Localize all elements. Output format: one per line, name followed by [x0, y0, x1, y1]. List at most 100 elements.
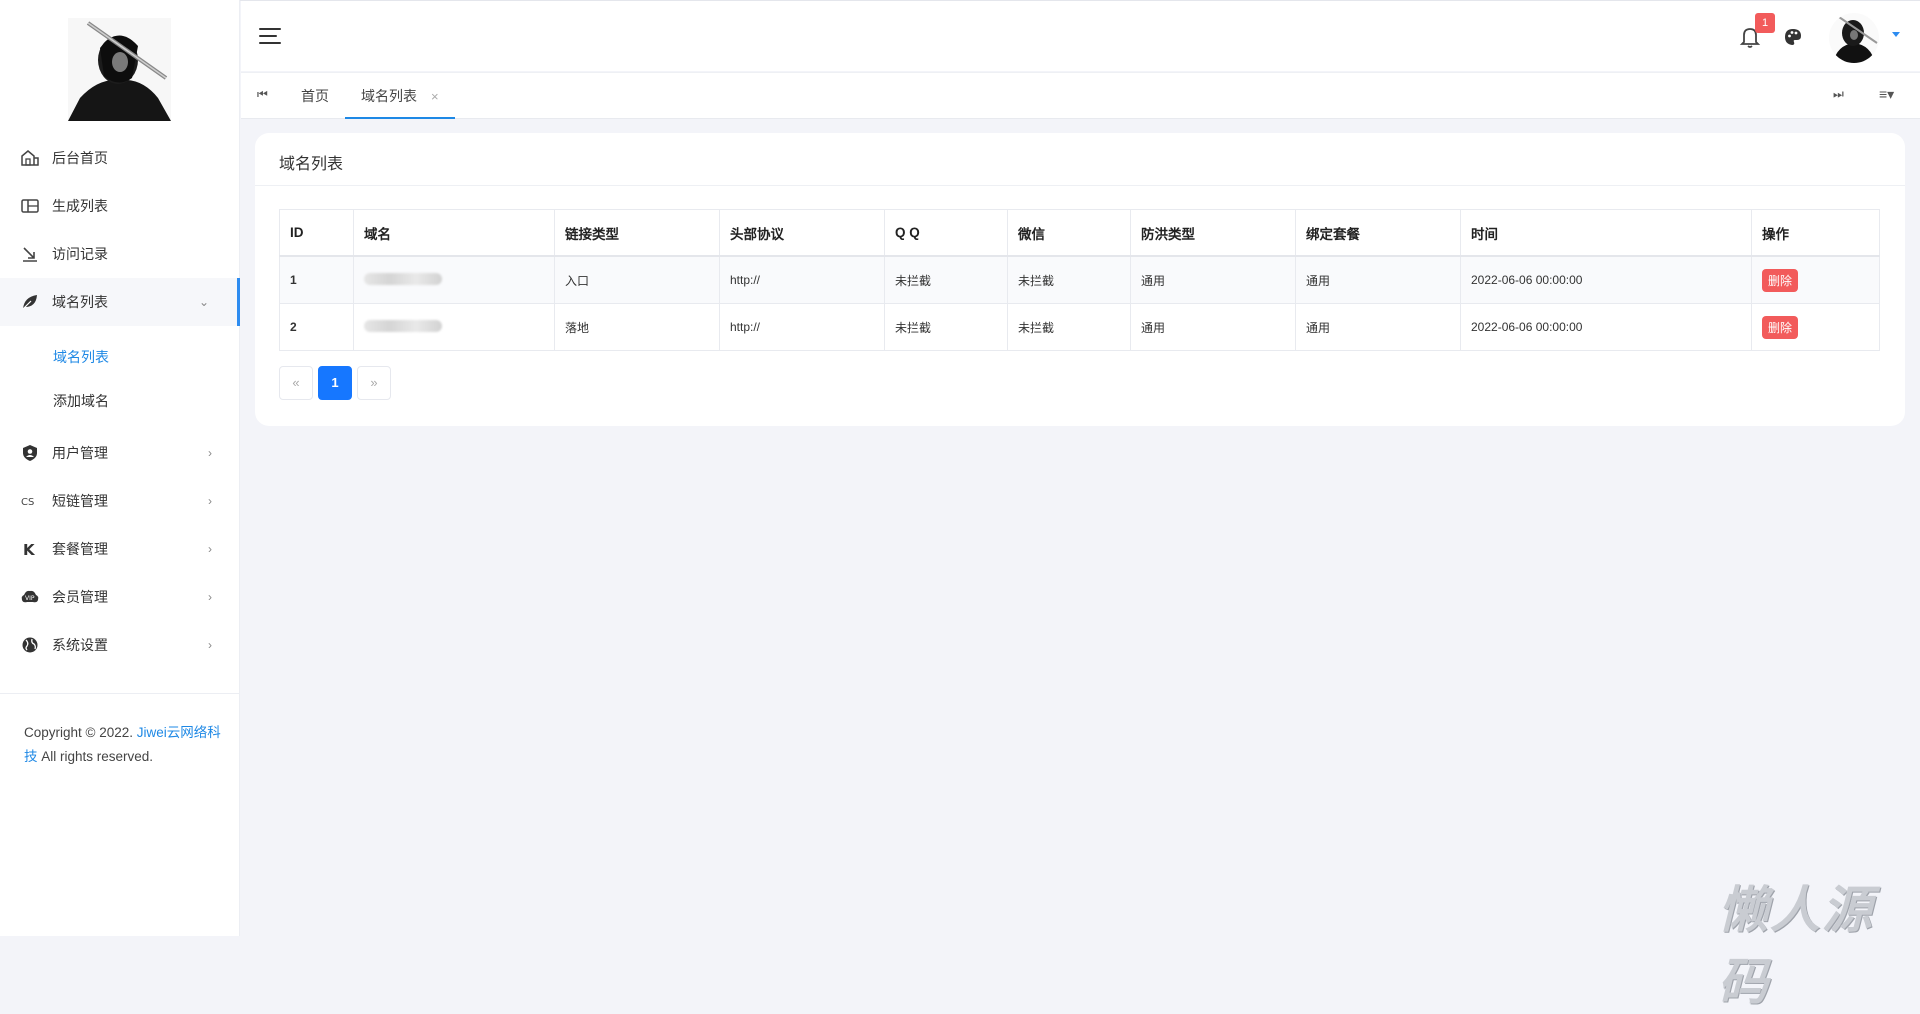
column-header: 微信 — [1007, 209, 1131, 257]
copyright: Copyright © 2022. Jiwei云网络科技 All rights … — [24, 721, 224, 769]
sidebar-divider — [0, 693, 240, 694]
cell-protocol: http:// — [719, 255, 885, 304]
sidebar-item-label: 会员管理 — [52, 589, 108, 605]
cell-flood-type: 通用 — [1130, 255, 1296, 304]
sidebar-item-user-management[interactable]: 用户管理 › — [0, 429, 240, 477]
menu-toggle-icon[interactable] — [259, 28, 281, 46]
column-header: Q Q — [884, 209, 1008, 257]
cell-package: 通用 — [1295, 303, 1461, 351]
tab-home[interactable]: 首页 — [301, 73, 329, 119]
cell-protocol: http:// — [719, 303, 885, 351]
blurred-domain — [364, 319, 442, 332]
cell-package: 通用 — [1295, 255, 1461, 304]
sidebar-subitem-add-domain[interactable]: 添加域名 — [53, 391, 109, 411]
tab-label: 域名列表 — [361, 88, 417, 104]
blurred-domain — [364, 272, 442, 285]
cell-flood-type: 通用 — [1130, 303, 1296, 351]
column-header: 绑定套餐 — [1295, 209, 1461, 257]
cell-wechat-status: 未拦截 — [1007, 303, 1131, 351]
vip-icon: VIP — [20, 587, 40, 607]
next-page-button[interactable]: » — [357, 366, 391, 400]
copyright-suffix: All rights reserved. — [37, 749, 154, 764]
table-row: 2 落地 http:// 未拦截 未拦截 通用 通用 2022-06-06 00… — [279, 303, 1880, 351]
sidebar-item-label: 用户管理 — [52, 445, 108, 461]
column-header: ID — [279, 209, 354, 257]
list-icon — [20, 196, 40, 216]
column-header: 链接类型 — [554, 209, 720, 257]
domain-list-card: 域名列表 ID 域名 链接类型 头部协议 Q Q 微信 防洪类型 绑定套餐 时间… — [255, 133, 1905, 426]
cell-type: 入口 — [554, 255, 720, 304]
chevron-right-icon: › — [208, 638, 212, 652]
tab-label: 首页 — [301, 88, 329, 104]
link-icon: CS — [20, 491, 40, 511]
table-row: 1 入口 http:// 未拦截 未拦截 通用 通用 2022-06-06 00… — [279, 255, 1880, 304]
cell-qq-status: 未拦截 — [884, 303, 1008, 351]
user-avatar[interactable] — [1829, 13, 1879, 63]
close-icon[interactable]: × — [431, 89, 439, 104]
notification-badge: 1 — [1755, 13, 1775, 33]
cell-domain — [353, 303, 555, 351]
copyright-prefix: Copyright © 2022. — [24, 725, 137, 740]
card-title: 域名列表 — [279, 156, 344, 173]
column-header: 域名 — [353, 209, 555, 257]
pagination: « 1 » — [279, 366, 396, 400]
chevron-right-icon: › — [208, 446, 212, 460]
cell-action: 删除 — [1751, 255, 1880, 304]
chevron-right-icon: › — [208, 542, 212, 556]
sidebar-item-dashboard[interactable]: 后台首页 — [0, 134, 240, 182]
svg-text:CS: CS — [21, 497, 34, 508]
column-header: 头部协议 — [719, 209, 885, 257]
sidebar-item-label: 生成列表 — [52, 198, 108, 214]
history-icon — [20, 244, 40, 264]
column-header: 时间 — [1460, 209, 1752, 257]
sidebar-item-shortlink-management[interactable]: CS 短链管理 › — [0, 477, 240, 525]
tabs-scroll-right-icon[interactable]: ⏭ — [1833, 87, 1844, 102]
sidebar-item-system-settings[interactable]: 系统设置 › — [0, 621, 240, 669]
chevron-down-icon: ⌄ — [198, 295, 209, 309]
card-divider — [255, 185, 1905, 186]
sidebar: 后台首页 生成列表 访问记录 域名列表 ⌄ 域名列表 添加域名 用户管理 › C… — [0, 0, 240, 936]
column-header: 操作 — [1751, 209, 1880, 257]
cell-id: 1 — [279, 255, 354, 304]
domain-table: ID 域名 链接类型 头部协议 Q Q 微信 防洪类型 绑定套餐 时间 操作 1… — [279, 209, 1880, 351]
user-dropdown-caret-icon[interactable] — [1892, 32, 1900, 37]
sidebar-item-label: 系统设置 — [52, 637, 108, 653]
cell-time: 2022-06-06 00:00:00 — [1460, 303, 1752, 351]
tabs-menu-icon[interactable]: ≡▾ — [1879, 86, 1894, 103]
page-button-current[interactable]: 1 — [318, 366, 352, 400]
chevron-right-icon: › — [208, 590, 212, 604]
delete-button[interactable]: 删除 — [1762, 268, 1799, 292]
home-icon — [20, 148, 40, 168]
svg-text:VIP: VIP — [25, 595, 35, 602]
sidebar-item-label: 访问记录 — [52, 246, 108, 262]
k-icon: K — [20, 539, 40, 559]
sidebar-item-member-management[interactable]: VIP 会员管理 › — [0, 573, 240, 621]
logo-avatar — [68, 18, 171, 121]
sidebar-subitem-domain-list[interactable]: 域名列表 — [53, 347, 109, 367]
sidebar-item-label: 后台首页 — [52, 150, 108, 166]
sidebar-item-domain-list[interactable]: 域名列表 ⌄ — [0, 278, 240, 326]
leaf-icon — [20, 292, 40, 312]
tabs-scroll-left-icon[interactable]: ⏮ — [257, 87, 268, 102]
table-header-row: ID 域名 链接类型 头部协议 Q Q 微信 防洪类型 绑定套餐 时间 操作 — [279, 209, 1880, 257]
cell-action: 删除 — [1751, 303, 1880, 351]
chevron-right-icon: › — [208, 494, 212, 508]
tab-domain-list[interactable]: 域名列表 × — [345, 73, 455, 119]
sidebar-item-label: 短链管理 — [52, 493, 108, 509]
sidebar-item-package-management[interactable]: K 套餐管理 › — [0, 525, 240, 573]
palette-icon[interactable] — [1783, 27, 1803, 47]
cell-qq-status: 未拦截 — [884, 255, 1008, 304]
sidebar-item-visit-log[interactable]: 访问记录 — [0, 230, 240, 278]
cell-domain — [353, 255, 555, 304]
tabs-bar: ⏮ 首页 域名列表 × ⏭ ≡▾ — [241, 72, 1920, 119]
cell-time: 2022-06-06 00:00:00 — [1460, 255, 1752, 304]
shield-user-icon — [20, 443, 40, 463]
cell-type: 落地 — [554, 303, 720, 351]
prev-page-button[interactable]: « — [279, 366, 313, 400]
sidebar-item-label: 套餐管理 — [52, 541, 108, 557]
delete-button[interactable]: 删除 — [1762, 315, 1799, 339]
header: 1 — [241, 1, 1920, 71]
globe-icon — [20, 635, 40, 655]
cell-id: 2 — [279, 303, 354, 351]
sidebar-item-generate-list[interactable]: 生成列表 — [0, 182, 240, 230]
